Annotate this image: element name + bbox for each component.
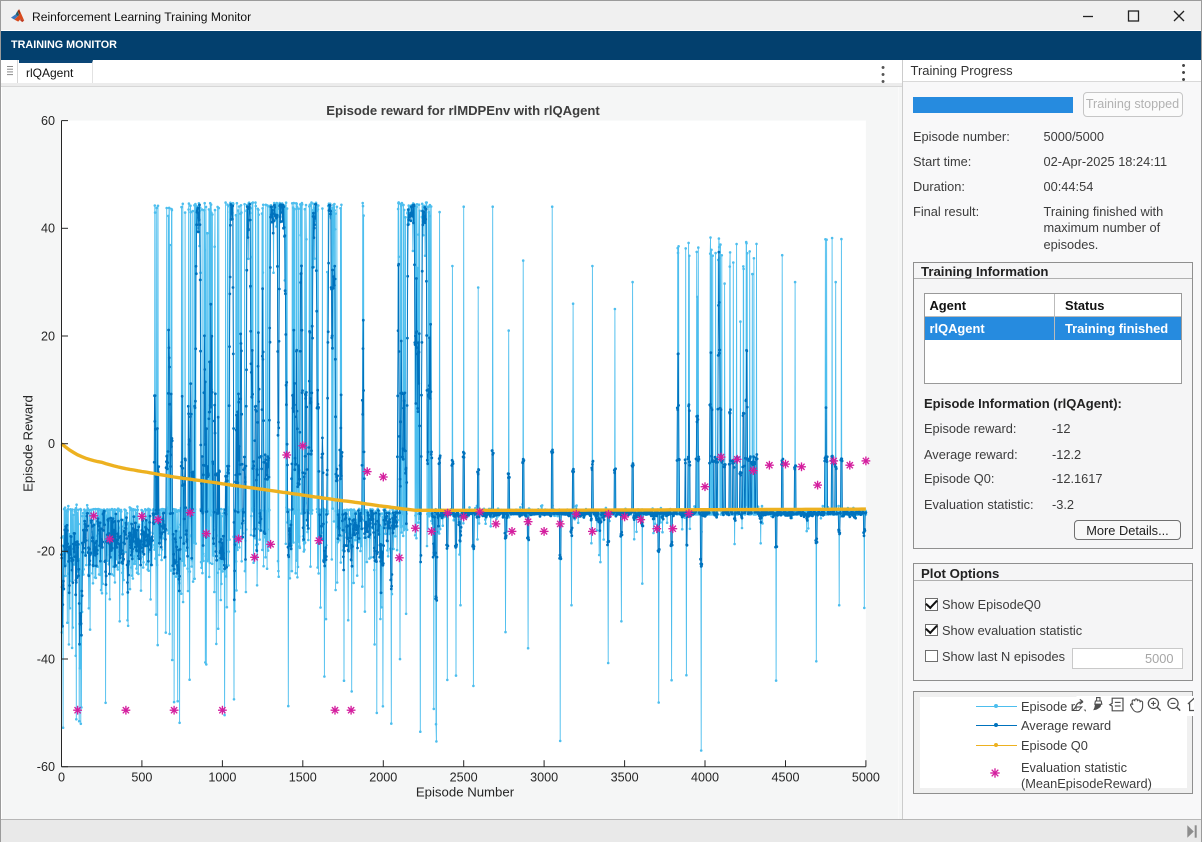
svg-text:5000: 5000 — [852, 770, 880, 784]
svg-text:4000: 4000 — [691, 770, 719, 784]
svg-text:4500: 4500 — [771, 770, 799, 784]
svg-text:1000: 1000 — [208, 770, 236, 784]
svg-text:-60: -60 — [37, 760, 55, 774]
svg-text:2500: 2500 — [450, 770, 478, 784]
svg-text:3000: 3000 — [530, 770, 558, 784]
svg-text:-40: -40 — [37, 652, 55, 666]
svg-text:500: 500 — [131, 770, 152, 784]
svg-text:-20: -20 — [37, 544, 55, 558]
svg-text:20: 20 — [41, 329, 55, 343]
svg-text:1500: 1500 — [289, 770, 317, 784]
svg-text:2000: 2000 — [369, 770, 397, 784]
svg-text:Episode Reward: Episode Reward — [21, 395, 36, 492]
svg-text:3500: 3500 — [611, 770, 639, 784]
svg-text:60: 60 — [41, 113, 55, 127]
svg-text:40: 40 — [41, 221, 55, 235]
svg-text:0: 0 — [48, 437, 55, 451]
svg-text:Episode reward for rlMDPEnv wi: Episode reward for rlMDPEnv with rlQAgen… — [326, 103, 600, 118]
svg-text:Episode Number: Episode Number — [416, 784, 515, 799]
svg-text:0: 0 — [58, 770, 65, 784]
